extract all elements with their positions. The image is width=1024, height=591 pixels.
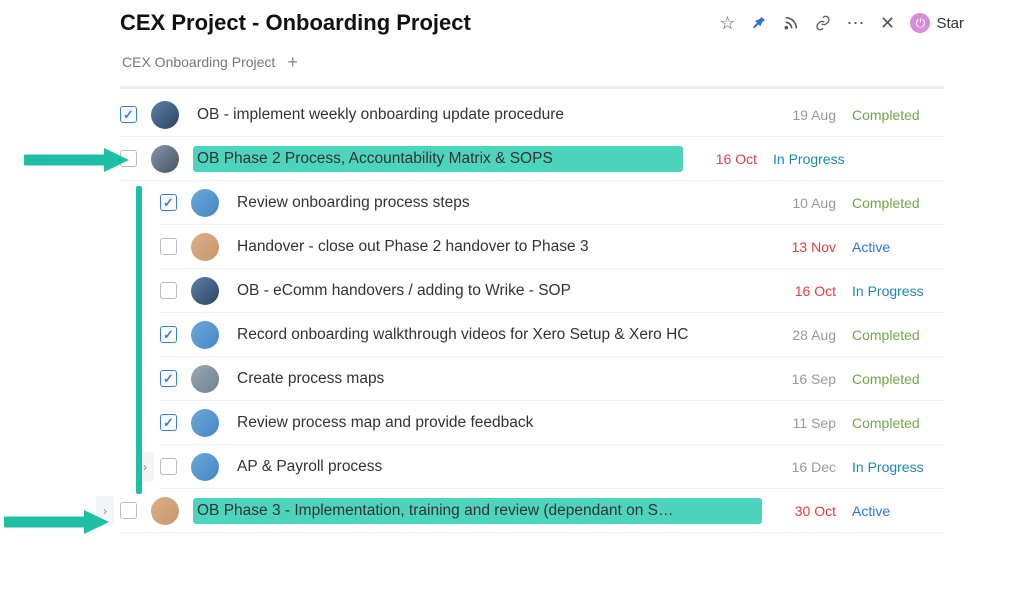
task-checkbox[interactable]: [160, 414, 177, 431]
task-title[interactable]: OB - implement weekly onboarding update …: [193, 102, 762, 128]
task-date: 10 Aug: [762, 195, 836, 211]
task-date: 19 Aug: [762, 107, 836, 123]
task-checkbox[interactable]: [160, 238, 177, 255]
task-checkbox[interactable]: [160, 370, 177, 387]
task-row[interactable]: ›OB Phase 3 - Implementation, training a…: [120, 489, 944, 533]
task-row[interactable]: OB - eComm handovers / adding to Wrike -…: [160, 269, 944, 313]
task-status[interactable]: In Progress: [852, 459, 944, 475]
avatar[interactable]: [191, 277, 219, 305]
task-row[interactable]: Review onboarding process steps10 Aug Com…: [160, 181, 944, 225]
task-list: OB - implement weekly onboarding update …: [120, 93, 944, 533]
rss-icon[interactable]: [782, 14, 800, 32]
tabs-bar: CEX Onboarding Project +: [100, 50, 964, 74]
avatar[interactable]: [191, 321, 219, 349]
expand-caret-icon[interactable]: ›: [96, 496, 114, 526]
task-title[interactable]: OB Phase 2 Process, Accountability Matri…: [193, 146, 683, 172]
pin-icon[interactable]: [750, 14, 768, 32]
star-label: Star: [936, 15, 964, 32]
task-checkbox[interactable]: [120, 150, 137, 167]
avatar[interactable]: [151, 145, 179, 173]
task-row[interactable]: OB Phase 2 Process, Accountability Matri…: [120, 137, 944, 181]
task-checkbox[interactable]: [160, 282, 177, 299]
task-title[interactable]: Record onboarding walkthrough videos for…: [233, 322, 762, 348]
task-status[interactable]: Active: [852, 239, 944, 255]
task-status[interactable]: Completed: [852, 195, 944, 211]
link-icon[interactable]: [814, 14, 832, 32]
task-title[interactable]: Review onboarding process steps: [233, 190, 762, 216]
tab-onboarding[interactable]: CEX Onboarding Project: [120, 50, 277, 74]
header-actions: ☆ ⋯ ✕ ⏻ Star: [718, 13, 964, 33]
header: CEX Project - Onboarding Project ☆ ⋯ ✕ ⏻…: [100, 10, 964, 36]
task-date: 16 Dec: [762, 459, 836, 475]
task-status[interactable]: Completed: [852, 107, 944, 123]
avatar[interactable]: [191, 189, 219, 217]
task-title[interactable]: OB - eComm handovers / adding to Wrike -…: [233, 278, 762, 304]
task-date: 11 Sep: [762, 415, 836, 431]
task-row[interactable]: ›AP & Payroll process16 DecIn Progress: [160, 445, 944, 489]
task-checkbox[interactable]: [160, 326, 177, 343]
task-title[interactable]: Handover - close out Phase 2 handover to…: [233, 234, 762, 260]
page-title: CEX Project - Onboarding Project: [100, 10, 471, 36]
task-title[interactable]: AP & Payroll process: [233, 454, 762, 480]
task-date: 16 Oct: [683, 151, 757, 167]
task-row[interactable]: Record onboarding walkthrough videos for…: [160, 313, 944, 357]
task-date: 16 Oct: [762, 283, 836, 299]
avatar[interactable]: [191, 233, 219, 261]
task-status[interactable]: Completed: [852, 371, 944, 387]
more-icon[interactable]: ⋯: [846, 14, 864, 32]
avatar[interactable]: [191, 365, 219, 393]
task-checkbox[interactable]: [120, 106, 137, 123]
task-checkbox[interactable]: [120, 502, 137, 519]
task-title[interactable]: OB Phase 3 - Implementation, training an…: [193, 498, 762, 524]
star-button[interactable]: ⏻ Star: [910, 13, 964, 33]
task-date: 13 Nov: [762, 239, 836, 255]
task-status[interactable]: Active: [852, 503, 944, 519]
avatar[interactable]: [151, 497, 179, 525]
task-title[interactable]: Create process maps: [233, 366, 762, 392]
task-date: 30 Oct: [762, 503, 836, 519]
task-date: 28 Aug: [762, 327, 836, 343]
task-checkbox[interactable]: [160, 458, 177, 475]
power-icon: ⏻: [910, 13, 930, 33]
task-row[interactable]: OB - implement weekly onboarding update …: [120, 93, 944, 137]
divider: [120, 86, 944, 89]
avatar[interactable]: [191, 409, 219, 437]
task-date: 16 Sep: [762, 371, 836, 387]
task-status[interactable]: In Progress: [773, 151, 865, 167]
close-icon[interactable]: ✕: [878, 14, 896, 32]
expand-caret-icon[interactable]: ›: [136, 452, 154, 482]
task-status[interactable]: In Progress: [852, 283, 944, 299]
task-row[interactable]: Review process map and provide feedback1…: [160, 401, 944, 445]
favorite-star-icon[interactable]: ☆: [718, 14, 736, 32]
task-status[interactable]: Completed: [852, 327, 944, 343]
task-checkbox[interactable]: [160, 194, 177, 211]
task-row[interactable]: Create process maps16 Sep Completed: [160, 357, 944, 401]
task-row[interactable]: Handover - close out Phase 2 handover to…: [160, 225, 944, 269]
avatar[interactable]: [191, 453, 219, 481]
add-tab-button[interactable]: +: [287, 52, 298, 73]
task-title[interactable]: Review process map and provide feedback: [233, 410, 762, 436]
task-status[interactable]: Completed: [852, 415, 944, 431]
avatar[interactable]: [151, 101, 179, 129]
